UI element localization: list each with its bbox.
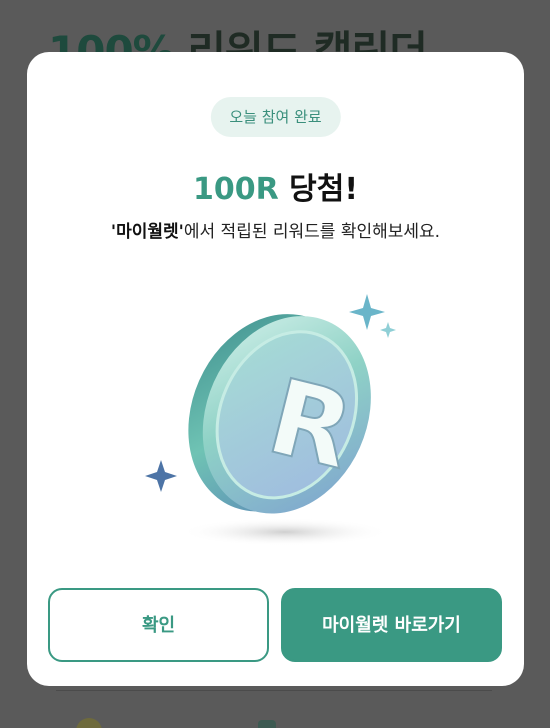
- reward-headline-text: 당첨!: [289, 172, 359, 207]
- coin-shadow: [180, 518, 390, 546]
- background-divider: [56, 690, 492, 691]
- reward-subtitle: '마이월렛'에서 적립된 리워드를 확인해보세요.: [27, 217, 524, 242]
- sparkle-icon: [380, 322, 396, 338]
- reward-headline: 100R 당첨!: [27, 164, 524, 208]
- go-to-my-wallet-button[interactable]: 마이월렛 바로가기: [281, 588, 502, 662]
- subtitle-text: 에서 적립된 리워드를 확인해보세요.: [183, 222, 441, 242]
- sparkle-icon: [145, 460, 177, 492]
- reward-modal: 오늘 참여 완료 100R 당첨! '마이월렛'에서 적립된 리워드를 확인해보…: [27, 52, 524, 686]
- background-coin-icon: [76, 718, 102, 728]
- confirm-button[interactable]: 확인: [48, 588, 269, 662]
- reward-coin-icon: R: [145, 294, 396, 546]
- subtitle-brand: '마이월렛': [110, 222, 184, 242]
- sparkle-icon: [349, 294, 385, 330]
- participation-badge: 오늘 참여 완료: [210, 97, 341, 137]
- reward-amount: 100R: [192, 172, 279, 207]
- background-bag-icon: [258, 720, 276, 728]
